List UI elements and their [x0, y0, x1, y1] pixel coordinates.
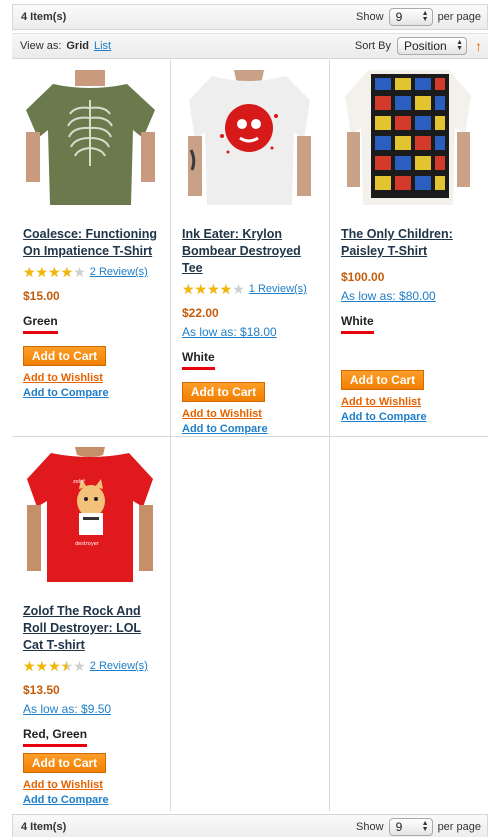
limiter: Show 9 ▲ ▼ per page: [356, 8, 481, 26]
show-label: Show: [356, 11, 384, 23]
item-count: 4 Item(s): [21, 821, 67, 833]
add-to-wishlist-link[interactable]: Add to Wishlist: [23, 372, 170, 384]
product-name-link[interactable]: The Only Children: Paisley T-Shirt: [341, 226, 479, 260]
add-to-compare-link[interactable]: Add to Compare: [23, 387, 170, 399]
add-to-compare-link[interactable]: Add to Compare: [182, 423, 329, 435]
item-count: 4 Item(s): [21, 11, 67, 23]
product-color: White: [182, 350, 215, 370]
red-underline: [341, 331, 374, 334]
sort-select[interactable]: Position ▲ ▼: [397, 37, 467, 55]
sort-by-label: Sort By: [354, 40, 391, 52]
product-price: $100.00: [341, 270, 385, 284]
product-price: $15.00: [23, 289, 60, 303]
product-item: Ink Eater: Krylon Bombear Destroyed Tee …: [171, 60, 330, 436]
ratings: ★★★★★★★★★★ 2 Review(s): [23, 265, 170, 279]
product-row: Coalesce: Functioning On Impatience T-Sh…: [12, 60, 488, 437]
product-image-red-lolcat-tshirt[interactable]: zolof destroyer: [23, 447, 158, 582]
product-color-text: Green: [23, 314, 58, 328]
limit-select[interactable]: 9 ▲ ▼: [388, 818, 433, 836]
red-underline: [182, 367, 215, 370]
limit-value: 9: [395, 10, 403, 24]
product-color-text: Red, Green: [23, 727, 88, 741]
view-grid-current: Grid: [66, 40, 89, 52]
product-color: White: [341, 314, 374, 334]
select-arrows-icon: ▲ ▼: [456, 39, 463, 52]
product-image-paisley-tshirt[interactable]: [341, 70, 476, 205]
add-to-wishlist-link[interactable]: Add to Wishlist: [182, 408, 329, 420]
ratings: ★★★★★★★★★★ 2 Review(s): [23, 659, 170, 673]
product-grid: Coalesce: Functioning On Impatience T-Sh…: [12, 60, 488, 811]
product-name-link[interactable]: Zolof The Rock And Roll Destroyer: LOL C…: [23, 603, 161, 654]
sort-by: Sort By Position ▲ ▼ ↑: [355, 37, 482, 55]
ratings: ★★★★★★★★★★ 1 Review(s): [182, 282, 329, 296]
product-color: Green: [23, 314, 58, 334]
view-as-label: View as:: [20, 40, 62, 52]
rating-stars-icon: ★★★★★★★★★★: [182, 281, 245, 297]
svg-text:destroyer: destroyer: [75, 541, 100, 547]
reviews-link[interactable]: 2 Review(s): [90, 266, 148, 278]
product-name-link[interactable]: Coalesce: Functioning On Impatience T-Sh…: [23, 226, 161, 260]
view-mode: View as: Grid List: [20, 40, 111, 52]
red-underline: [23, 744, 88, 747]
product-image-white-tee[interactable]: [182, 70, 317, 205]
toolbar-top: 4 Item(s) Show 9 ▲ ▼ per page: [12, 4, 488, 30]
rating-stars-icon: ★★★★★★★★★★: [23, 264, 86, 280]
product-price: $22.00: [182, 306, 219, 320]
rating-stars-icon: ★★★★★★★★★★: [23, 658, 86, 674]
add-to-wishlist-link[interactable]: Add to Wishlist: [23, 779, 170, 791]
add-to-wishlist-link[interactable]: Add to Wishlist: [341, 396, 488, 408]
product-item: Coalesce: Functioning On Impatience T-Sh…: [12, 60, 171, 436]
low-price-link[interactable]: As low as: $18.00: [182, 325, 329, 339]
limit-select[interactable]: 9 ▲ ▼: [388, 8, 433, 26]
per-page-label: per page: [437, 821, 481, 833]
limit-value: 9: [395, 820, 403, 834]
view-list-link[interactable]: List: [94, 40, 111, 52]
product-price: $13.50: [23, 683, 60, 697]
toolbar-bottom: 4 Item(s) Show 9 ▲ ▼ per page: [12, 814, 488, 837]
select-arrows-icon: ▲ ▼: [421, 820, 429, 833]
per-page-label: per page: [437, 11, 481, 23]
product-row: zolof destroyer Zolof The Rock And Roll …: [12, 437, 488, 811]
add-to-cart-button[interactable]: Add to Cart: [23, 753, 106, 773]
add-to-cart-button[interactable]: Add to Cart: [182, 382, 265, 402]
product-item: The Only Children: Paisley T-Shirt $100.…: [330, 60, 488, 436]
reviews-link[interactable]: 1 Review(s): [249, 283, 307, 295]
add-to-cart-button[interactable]: Add to Cart: [341, 370, 424, 390]
empty-cell: [330, 437, 488, 811]
add-to-compare-link[interactable]: Add to Compare: [341, 411, 488, 423]
show-label: Show: [356, 821, 384, 833]
select-arrows-icon: ▲ ▼: [421, 10, 429, 23]
product-color-text: White: [341, 314, 374, 328]
product-color: Red, Green: [23, 727, 88, 747]
limiter: Show 9 ▲ ▼ per page: [356, 818, 481, 836]
add-to-cart-button[interactable]: Add to Cart: [23, 346, 106, 366]
product-item: zolof destroyer Zolof The Rock And Roll …: [12, 437, 171, 811]
sorter-bar: View as: Grid List Sort By Position ▲ ▼ ↑: [12, 33, 488, 59]
product-name-link[interactable]: Ink Eater: Krylon Bombear Destroyed Tee: [182, 226, 320, 277]
svg-text:zolof: zolof: [73, 479, 85, 485]
low-price-link[interactable]: As low as: $9.50: [23, 702, 170, 716]
low-price-link[interactable]: As low as: $80.00: [341, 289, 488, 303]
reviews-link[interactable]: 2 Review(s): [90, 660, 148, 672]
product-color-text: White: [182, 350, 215, 364]
product-image-green-tshirt[interactable]: [23, 70, 158, 205]
empty-cell: [171, 437, 330, 811]
add-to-compare-link[interactable]: Add to Compare: [23, 794, 170, 806]
sort-value: Position: [404, 39, 447, 53]
sort-direction-up-arrow-icon[interactable]: ↑: [475, 38, 482, 54]
red-underline: [23, 331, 58, 334]
